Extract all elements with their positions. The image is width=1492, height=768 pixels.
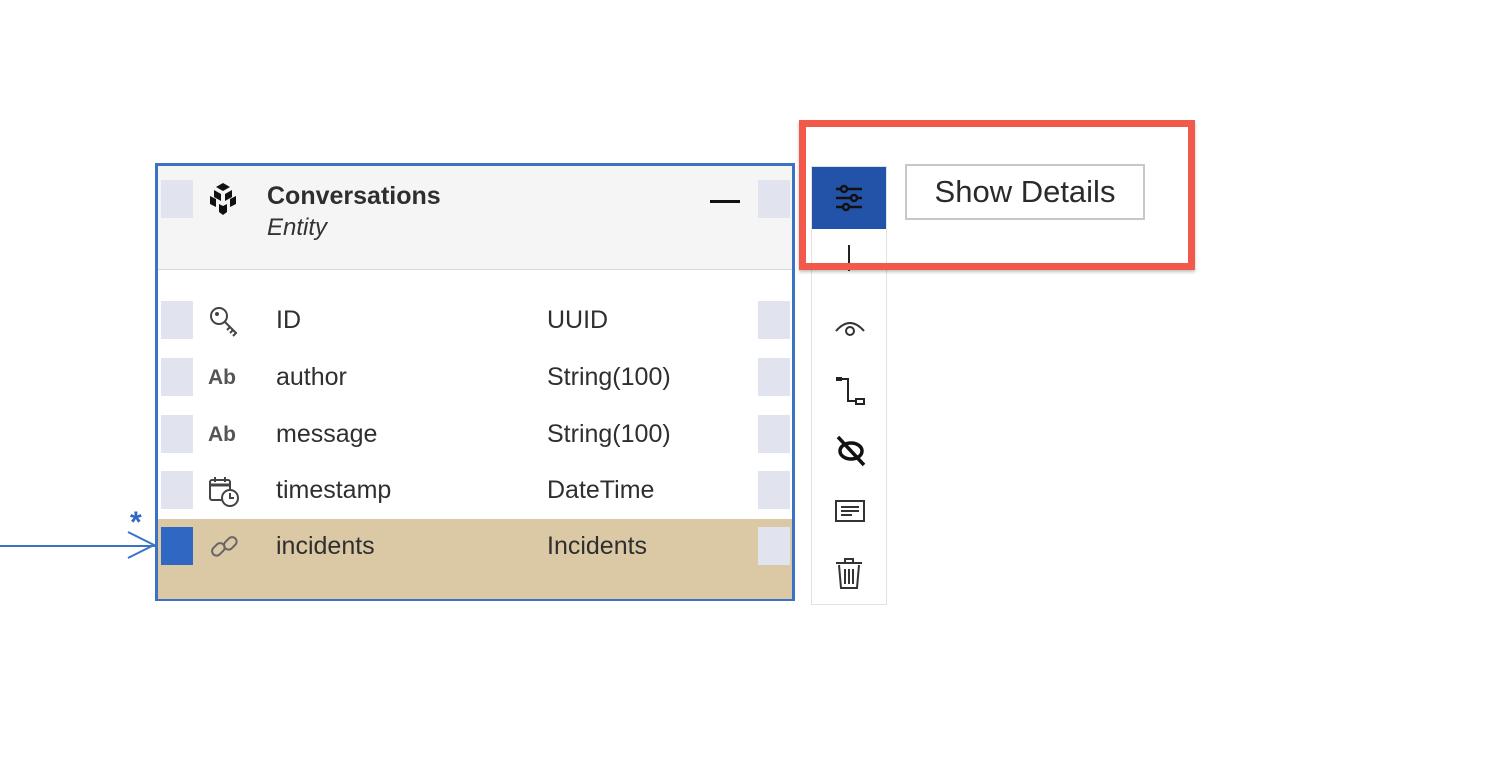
entity-title: Conversations (267, 182, 441, 210)
collapse-button[interactable] (710, 200, 740, 203)
entity-cube-icon (210, 183, 236, 215)
left-port[interactable] (161, 415, 193, 453)
right-port[interactable] (758, 415, 790, 453)
toggle-visibility-button[interactable] (812, 295, 886, 357)
connector-icon (836, 377, 865, 405)
right-port[interactable] (758, 180, 790, 218)
field-name: author (276, 363, 347, 391)
show-details-button[interactable] (812, 167, 886, 229)
multiplicity-label: * (130, 506, 142, 539)
calendar-clock-icon (209, 477, 239, 507)
right-port[interactable] (758, 301, 790, 339)
left-port[interactable] (161, 301, 193, 339)
divider (848, 245, 850, 271)
left-port[interactable] (161, 358, 193, 396)
entity-toolbar (811, 166, 887, 605)
entity-header[interactable]: Conversations Entity (158, 166, 792, 270)
field-type: UUID (547, 306, 609, 334)
sliders-icon (836, 184, 862, 212)
field-type: String(100) (547, 363, 671, 391)
field-type: DateTime (547, 476, 655, 504)
field-row[interactable]: timestamp DateTime (158, 463, 792, 519)
field-name: incidents (276, 532, 375, 560)
trash-icon (836, 558, 862, 589)
field-row[interactable]: ID UUID (158, 293, 792, 349)
remove-link-button[interactable] (812, 418, 886, 480)
left-port-active[interactable] (161, 527, 193, 565)
show-details-tooltip: Show Details (905, 164, 1145, 220)
right-port[interactable] (758, 471, 790, 509)
left-port[interactable] (161, 471, 193, 509)
field-type: Incidents (547, 532, 648, 560)
text-type-icon: Ab (208, 423, 236, 446)
field-type: String(100) (547, 420, 671, 448)
right-port[interactable] (758, 358, 790, 396)
entity-subtitle: Entity (267, 214, 328, 241)
key-icon (210, 307, 238, 337)
field-name: message (276, 420, 378, 448)
unlink-icon (836, 435, 866, 467)
delete-button[interactable] (812, 542, 886, 604)
entity-card[interactable]: Conversations Entity ID UUID Ab author S… (155, 163, 795, 601)
connect-button[interactable] (812, 357, 886, 419)
link-icon (211, 536, 238, 557)
field-name: timestamp (276, 476, 392, 504)
note-icon (835, 500, 865, 522)
field-row[interactable]: Ab message String(100) (158, 407, 792, 463)
eye-icon (835, 322, 865, 336)
left-port[interactable] (161, 180, 193, 218)
field-row[interactable]: Ab author String(100) (158, 350, 792, 406)
field-name: ID (276, 306, 301, 334)
notes-button[interactable] (812, 480, 886, 542)
text-type-icon: Ab (208, 366, 236, 389)
field-row-selected[interactable]: incidents Incidents (158, 519, 792, 599)
right-port[interactable] (758, 527, 790, 565)
